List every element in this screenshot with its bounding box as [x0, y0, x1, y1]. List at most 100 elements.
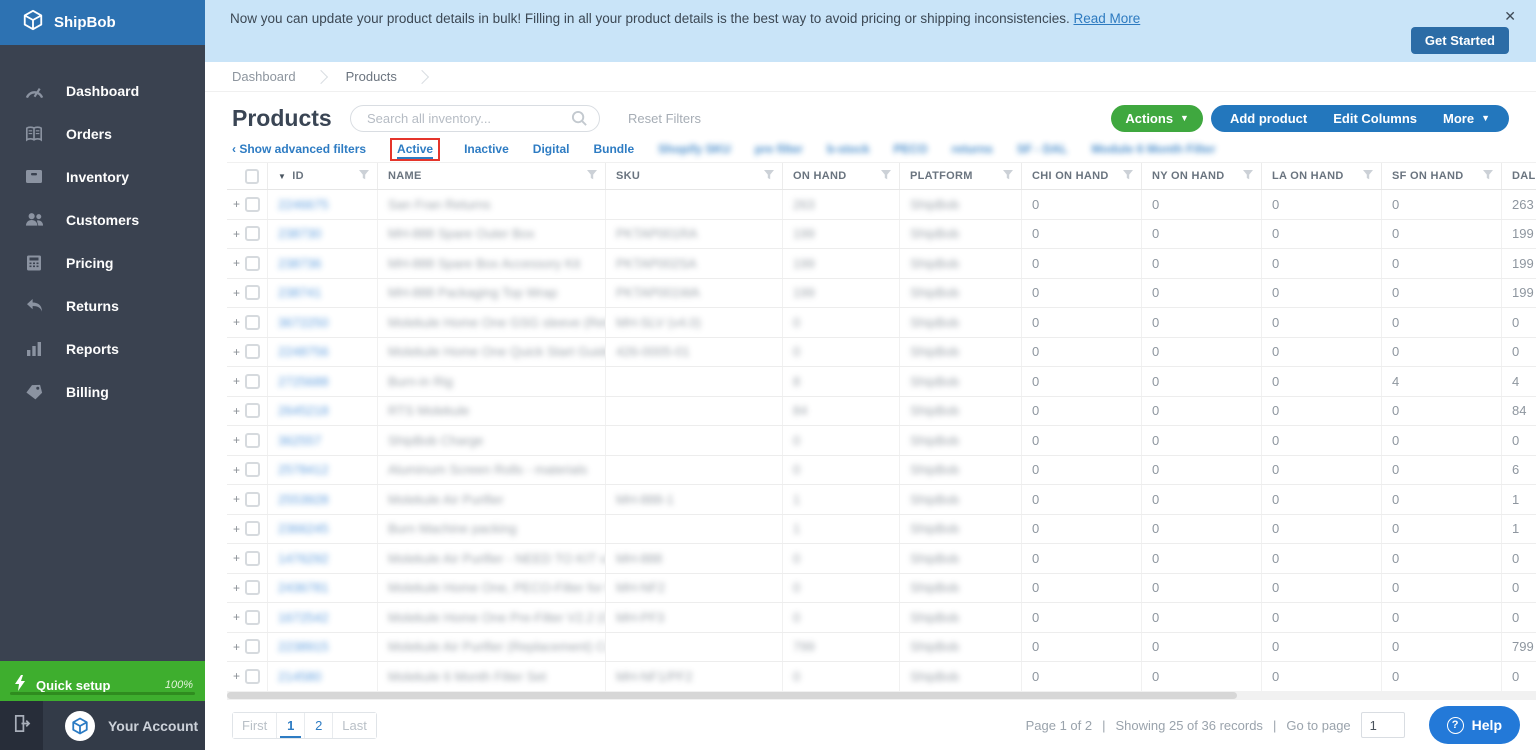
column-header-name[interactable]: NAME	[378, 163, 606, 189]
product-id-link[interactable]: 1476292	[278, 551, 329, 566]
logout-button[interactable]	[0, 701, 43, 750]
sidebar-item-orders[interactable]: Orders	[0, 112, 205, 155]
column-header-id[interactable]: ▼ID	[268, 163, 378, 189]
product-id-link[interactable]: 2645218	[278, 403, 329, 418]
column-header-platform[interactable]: PLATFORM	[900, 163, 1022, 189]
filter-tab-redacted[interactable]: pre filter	[755, 142, 803, 156]
filter-icon[interactable]	[1003, 170, 1013, 183]
column-header-ny[interactable]: NY ON HAND	[1142, 163, 1262, 189]
product-id-link[interactable]: 238736	[278, 256, 321, 271]
row-checkbox[interactable]	[245, 521, 260, 536]
cell-id[interactable]: 2246675	[268, 190, 378, 219]
row-checkbox[interactable]	[245, 580, 260, 595]
column-header-dal[interactable]: DAL ON HAND	[1502, 163, 1536, 189]
brand-header[interactable]: ShipBob	[0, 0, 205, 45]
show-advanced-filters-link[interactable]: ‹ Show advanced filters	[232, 142, 366, 156]
filter-tab-active[interactable]: Active	[390, 138, 440, 161]
get-started-button[interactable]: Get Started	[1411, 27, 1509, 54]
row-checkbox[interactable]	[245, 315, 260, 330]
row-checkbox[interactable]	[245, 403, 260, 418]
filter-icon[interactable]	[1123, 170, 1133, 183]
row-expander[interactable]: +	[227, 515, 245, 544]
filter-icon[interactable]	[881, 170, 891, 183]
row-checkbox[interactable]	[245, 669, 260, 684]
column-header-on_hand[interactable]: ON HAND	[783, 163, 900, 189]
cell-id[interactable]: 2553928	[268, 485, 378, 514]
actions-button[interactable]: Actions ▼	[1111, 105, 1203, 132]
cell-id[interactable]: 2645218	[268, 397, 378, 426]
sidebar-item-inventory[interactable]: Inventory	[0, 155, 205, 198]
reset-filters-button[interactable]: Reset Filters	[628, 111, 701, 126]
page-button-first[interactable]: First	[233, 713, 277, 738]
row-expander[interactable]: +	[227, 308, 245, 337]
cell-id[interactable]: 238741	[268, 279, 378, 308]
row-expander[interactable]: +	[227, 456, 245, 485]
more-button[interactable]: More ▼	[1430, 105, 1503, 132]
product-id-link[interactable]: 238741	[278, 285, 321, 300]
row-expander[interactable]: +	[227, 338, 245, 367]
column-header-sku[interactable]: SKU	[606, 163, 783, 189]
column-header-chi[interactable]: CHI ON HAND	[1022, 163, 1142, 189]
filter-tab-redacted[interactable]: SF - DAL	[1017, 142, 1068, 156]
cell-id[interactable]: 214580	[268, 662, 378, 691]
page-button-1[interactable]: 1	[277, 713, 305, 738]
cell-id[interactable]: 2248756	[268, 338, 378, 367]
add-product-button[interactable]: Add product	[1217, 105, 1320, 132]
filter-tab-bundle[interactable]: Bundle	[593, 142, 634, 156]
help-button[interactable]: ? Help	[1429, 706, 1520, 744]
cell-id[interactable]: 362557	[268, 426, 378, 455]
page-button-last[interactable]: Last	[333, 713, 376, 738]
search-input[interactable]	[350, 105, 600, 132]
filter-icon[interactable]	[1483, 170, 1493, 183]
banner-close-icon[interactable]: ✕	[1504, 8, 1516, 25]
filter-tab-inactive[interactable]: Inactive	[464, 142, 509, 156]
product-id-link[interactable]: 2238915	[278, 639, 329, 654]
row-expander[interactable]: +	[227, 279, 245, 308]
filter-tab-redacted[interactable]: PECO	[894, 142, 928, 156]
row-checkbox[interactable]	[245, 551, 260, 566]
row-expander[interactable]: +	[227, 190, 245, 219]
product-id-link[interactable]: 2246675	[278, 197, 329, 212]
sidebar-item-reports[interactable]: Reports	[0, 327, 205, 370]
sidebar-item-returns[interactable]: Returns	[0, 284, 205, 327]
quick-setup[interactable]: Quick setup 100%	[0, 661, 205, 701]
sidebar-item-pricing[interactable]: Pricing	[0, 241, 205, 284]
product-id-link[interactable]: 1672542	[278, 610, 329, 625]
row-expander[interactable]: +	[227, 220, 245, 249]
cell-id[interactable]: 2366245	[268, 515, 378, 544]
sidebar-item-dashboard[interactable]: Dashboard	[0, 69, 205, 112]
column-header-la[interactable]: LA ON HAND	[1262, 163, 1382, 189]
row-expander[interactable]: +	[227, 633, 245, 662]
row-checkbox[interactable]	[245, 226, 260, 241]
filter-tab-redacted[interactable]: b-stock	[827, 142, 870, 156]
cell-id[interactable]: 3672250	[268, 308, 378, 337]
row-expander[interactable]: +	[227, 574, 245, 603]
cell-id[interactable]: 2725688	[268, 367, 378, 396]
filter-icon[interactable]	[587, 170, 597, 183]
read-more-link[interactable]: Read More	[1073, 11, 1140, 26]
row-expander[interactable]: +	[227, 544, 245, 573]
product-id-link[interactable]: 2366245	[278, 521, 329, 536]
product-id-link[interactable]: 2553928	[278, 492, 329, 507]
product-id-link[interactable]: 2578412	[278, 462, 329, 477]
product-id-link[interactable]: 238730	[278, 226, 321, 241]
row-expander[interactable]: +	[227, 662, 245, 691]
cell-id[interactable]: 2238915	[268, 633, 378, 662]
row-expander[interactable]: +	[227, 426, 245, 455]
filter-icon[interactable]	[1243, 170, 1253, 183]
row-checkbox[interactable]	[245, 610, 260, 625]
sidebar-item-customers[interactable]: Customers	[0, 198, 205, 241]
breadcrumb-item-dashboard[interactable]: Dashboard	[232, 69, 296, 84]
breadcrumb-item-products[interactable]: Products	[346, 69, 397, 84]
row-checkbox[interactable]	[245, 374, 260, 389]
cell-id[interactable]: 1672542	[268, 603, 378, 632]
cell-id[interactable]: 1476292	[268, 544, 378, 573]
row-checkbox[interactable]	[245, 285, 260, 300]
filter-tab-redacted[interactable]: Shopify SKU	[658, 142, 731, 156]
filter-icon[interactable]	[359, 170, 369, 183]
row-checkbox[interactable]	[245, 344, 260, 359]
row-expander[interactable]: +	[227, 367, 245, 396]
page-button-2[interactable]: 2	[305, 713, 333, 738]
row-expander[interactable]: +	[227, 249, 245, 278]
product-id-link[interactable]: 2436781	[278, 580, 329, 595]
